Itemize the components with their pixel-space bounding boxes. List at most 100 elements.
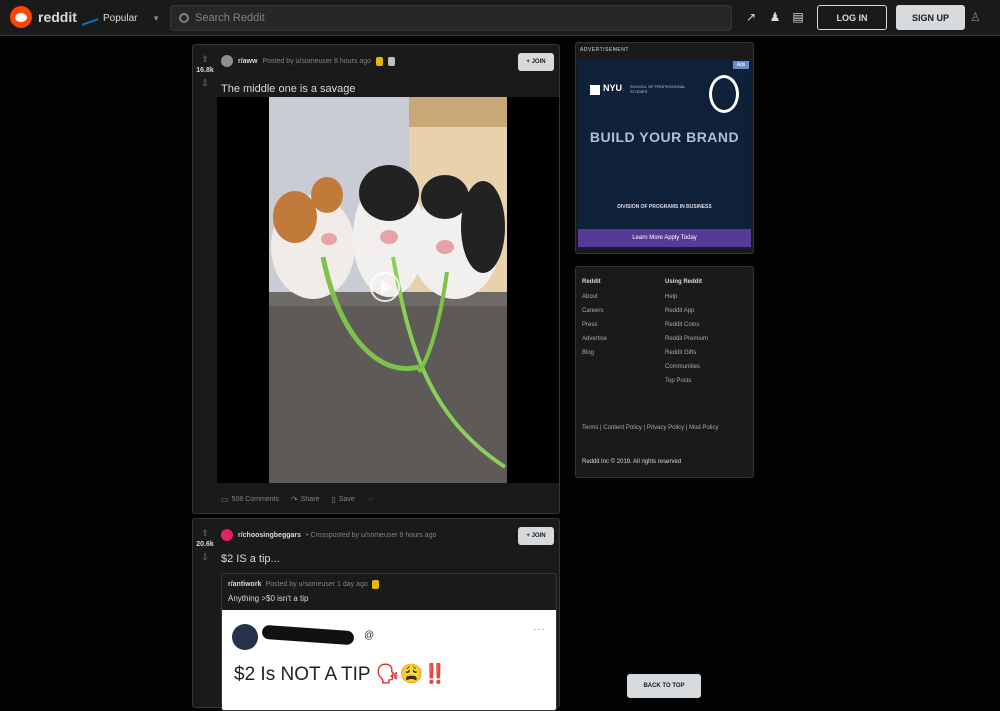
gold-award-icon	[371, 580, 379, 589]
links-column-reddit: Reddit About Careers Press Advertise Blo…	[582, 279, 607, 364]
chevron-down-icon: ▼	[152, 13, 160, 23]
tweet-avatar	[232, 624, 258, 650]
footer-link-mod-policy[interactable]: Mod Policy	[689, 425, 718, 431]
crosspost-subreddit[interactable]: r/antiwork	[228, 581, 261, 588]
footer-link-coins[interactable]: Reddit Coins	[665, 322, 708, 328]
logo-text: reddit	[38, 9, 77, 25]
search-input[interactable]	[195, 12, 695, 24]
footer-link-top-posts[interactable]: Top Posts	[665, 378, 708, 384]
tweet-body: $2 Is NOT A TIP	[234, 664, 371, 685]
comments-button[interactable]: ▭ 508 Comments	[221, 495, 279, 504]
footer-link-premium[interactable]: Reddit Premium	[665, 336, 708, 342]
share-button[interactable]: ↷ Share	[291, 495, 319, 504]
share-icon: ↷	[291, 495, 298, 504]
feed-selector[interactable]: Popular ▼	[82, 7, 160, 29]
post-title[interactable]: $2 IS a tip...	[221, 553, 280, 565]
footer-link-gifts[interactable]: Reddit Gifts	[665, 350, 708, 356]
ad-subline: DIVISION OF PROGRAMS IN BUSINESS	[617, 204, 712, 210]
footer-link-content-policy[interactable]: Content Policy	[603, 425, 642, 431]
posted-by: • Crossposted by u/someuser 8 hours ago	[306, 531, 437, 539]
footer-link-press[interactable]: Press	[582, 322, 607, 328]
trending-icon	[82, 10, 98, 26]
save-button[interactable]: ▯ Save	[331, 495, 354, 504]
ad-banner[interactable]: Ads NYU SCHOOL OF PROFESSIONAL STUDIES B…	[578, 59, 751, 249]
ad-cta-button[interactable]: Learn More Apply Today	[578, 229, 751, 247]
login-button[interactable]: LOG IN	[817, 5, 887, 30]
join-button[interactable]: + JOIN	[518, 527, 554, 545]
footer-link-terms[interactable]: Terms	[582, 425, 598, 431]
redacted-name	[261, 624, 355, 646]
join-button[interactable]: + JOIN	[518, 53, 554, 71]
copyright-text: Reddit Inc © 2019. All rights reserved	[582, 459, 682, 465]
trending-up-icon[interactable]: ↗	[744, 10, 758, 24]
post-score: 20.6k	[196, 541, 214, 548]
guinea-pigs-image	[269, 97, 507, 483]
ad-label: ADVERTISEMENT	[580, 47, 629, 53]
search-icon	[179, 13, 189, 23]
share-label: Share	[300, 496, 320, 503]
tweet-more-icon: ···	[533, 624, 546, 635]
tweet-emoji: 🗣😩‼️	[375, 664, 447, 685]
tweet-handle: @	[364, 630, 375, 641]
signup-button[interactable]: SIGN UP	[896, 5, 965, 30]
posted-by: Posted by u/someuser 8 hours ago	[262, 57, 372, 65]
post-meta: r/choosingbeggars • Crossposted by u/som…	[221, 529, 436, 541]
reddit-alien-icon	[10, 6, 32, 28]
more-options-button[interactable]: ···	[367, 496, 374, 503]
legal-links: Terms | Content Policy | Privacy Policy …	[582, 425, 719, 431]
subreddit-icon	[221, 55, 233, 67]
footer-link-blog[interactable]: Blog	[582, 350, 607, 356]
column-title: Using Reddit	[665, 279, 702, 285]
crosspost-meta: r/antiwork Posted by u/someuser 1 day ag…	[228, 580, 379, 589]
reddit-logo[interactable]: reddit	[10, 6, 77, 28]
footer-link-app[interactable]: Reddit App	[665, 308, 708, 314]
search-bar[interactable]	[170, 5, 732, 31]
footer-links-card: Reddit About Careers Press Advertise Blo…	[575, 266, 754, 478]
back-to-top-button[interactable]: BACK TO TOP	[627, 674, 701, 698]
downvote-icon[interactable]: ⇩	[201, 77, 209, 89]
crosspost-card[interactable]: r/antiwork Posted by u/someuser 1 day ag…	[221, 573, 557, 711]
column-title: Reddit	[582, 279, 601, 285]
post-meta: r/aww Posted by u/someuser 8 hours ago	[221, 55, 396, 67]
footer-link-about[interactable]: About	[582, 294, 607, 300]
ad-logo-text: NYU	[603, 83, 623, 93]
post-card[interactable]: ⇧ 16.8k ⇩ r/aww Posted by u/someuser 8 h…	[192, 44, 560, 514]
post-title[interactable]: The middle one is a savage	[221, 83, 356, 95]
crosspost-posted-by: Posted by u/someuser 1 day ago	[265, 581, 368, 588]
comments-count: 508 Comments	[231, 496, 280, 503]
upvote-icon[interactable]: ⇧	[201, 53, 209, 65]
post-actions: ▭ 508 Comments ↷ Share ▯ Save ···	[221, 495, 374, 504]
silver-award-icon	[388, 56, 396, 66]
advertisement-card: ADVERTISEMENT Ads NYU SCHOOL OF PROFESSI…	[575, 42, 754, 254]
post-score: 16.8k	[196, 67, 214, 74]
ad-headline: BUILD YOUR BRAND	[589, 129, 740, 145]
footer-link-advertise[interactable]: Advertise	[582, 336, 607, 342]
upvote-icon[interactable]: ⇧	[201, 527, 209, 539]
subreddit-link[interactable]: r/aww	[238, 58, 257, 65]
subreddit-link[interactable]: r/choosingbeggars	[238, 532, 301, 539]
profile-silhouette-icon	[709, 75, 739, 113]
footer-link-careers[interactable]: Careers	[582, 308, 607, 314]
tweet-text: $2 Is NOT A TIP 🗣😩‼️	[234, 662, 447, 686]
save-label: Save	[338, 496, 355, 503]
downvote-icon[interactable]: ⇩	[201, 551, 209, 563]
gold-award-icon	[376, 56, 384, 66]
ad-logo-subtext: SCHOOL OF PROFESSIONAL STUDIES	[630, 84, 686, 94]
footer-link-communities[interactable]: Communities	[665, 364, 708, 370]
bookmark-icon: ▯	[331, 495, 336, 504]
post-card[interactable]: ⇧ 20.6k ⇩ r/choosingbeggars • Crossposte…	[192, 518, 560, 711]
footer-link-privacy-policy[interactable]: Privacy Policy	[647, 425, 684, 431]
crosspost-title: Anything >$0 isn't a tip	[228, 594, 309, 603]
top-header: reddit Popular ▼ ↗ ♟ ▤ LOG IN SIGN UP ♙	[0, 0, 1000, 36]
chat-icon[interactable]: ▤	[791, 10, 805, 24]
footer-link-help[interactable]: Help	[665, 294, 708, 300]
video-player[interactable]	[217, 97, 559, 483]
popular-icon[interactable]: ♟	[768, 10, 782, 24]
subreddit-icon	[221, 529, 233, 541]
tweet-screenshot: @ ··· $2 Is NOT A TIP 🗣😩‼️	[222, 610, 556, 710]
video-frame	[269, 97, 507, 483]
vote-column: ⇧ 20.6k ⇩	[193, 519, 217, 707]
user-menu-icon[interactable]: ♙	[970, 10, 981, 24]
ad-choices-badge[interactable]: Ads	[733, 61, 749, 69]
feed-label: Popular	[103, 12, 138, 24]
